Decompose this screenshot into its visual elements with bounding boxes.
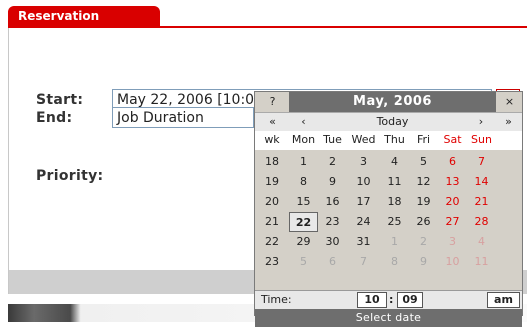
- calendar-day[interactable]: 15: [289, 192, 318, 212]
- header-sun: Sun: [471, 133, 492, 146]
- calendar-day[interactable]: 12: [409, 172, 438, 192]
- calendar-day[interactable]: 29: [289, 232, 318, 252]
- calendar-day[interactable]: 16: [318, 192, 347, 212]
- calendar-day[interactable]: 8: [380, 252, 409, 272]
- calendar-day[interactable]: 1: [380, 232, 409, 252]
- calendar-day[interactable]: 22: [289, 212, 318, 232]
- tab-label: Reservation: [18, 9, 100, 23]
- header-mon: Mon: [291, 133, 316, 146]
- header-fri: Fri: [416, 133, 431, 146]
- calendar-day[interactable]: 10: [438, 252, 467, 272]
- calendar-day[interactable]: 8: [289, 172, 318, 192]
- calendar-nav-row: « ‹ Today › »: [255, 112, 522, 132]
- minute-field[interactable]: 09: [397, 292, 423, 308]
- next-month-button[interactable]: ›: [467, 113, 495, 130]
- weekday-header-row: wk Mon Tue Wed Thu Fri Sat Sun: [255, 131, 522, 151]
- week-number: 21: [265, 215, 279, 228]
- end-label: End:: [36, 110, 73, 126]
- calendar-day[interactable]: 30: [318, 232, 347, 252]
- header-wk: wk: [264, 133, 280, 146]
- time-row: Time: 10 : 09 am: [255, 290, 522, 309]
- month-title: May, 2006: [289, 92, 496, 112]
- calendar-day[interactable]: 20: [438, 192, 467, 212]
- calendar-day[interactable]: 10: [347, 172, 380, 192]
- calendar-title-row: ? May, 2006 ×: [255, 92, 522, 112]
- calendar-day[interactable]: 2: [318, 152, 347, 172]
- calendar-day[interactable]: 25: [380, 212, 409, 232]
- prev-year-button[interactable]: «: [257, 113, 288, 130]
- calendar-day[interactable]: 28: [467, 212, 496, 232]
- hour-field[interactable]: 10: [357, 292, 387, 308]
- today-button[interactable]: Today: [318, 113, 467, 130]
- next-year-button[interactable]: »: [495, 113, 522, 130]
- prev-month-button[interactable]: ‹: [289, 113, 318, 130]
- calendar-day[interactable]: 11: [467, 252, 496, 272]
- calendar-day[interactable]: 27: [438, 212, 467, 232]
- calendar-day[interactable]: 6: [318, 252, 347, 272]
- header-sat: Sat: [443, 133, 462, 146]
- calendar-day[interactable]: 3: [347, 152, 380, 172]
- calendar-day[interactable]: 1: [289, 152, 318, 172]
- select-date-status: Select date: [255, 309, 522, 327]
- calendar-day[interactable]: 17: [347, 192, 380, 212]
- calendar-day[interactable]: 3: [438, 232, 467, 252]
- calendar-day[interactable]: 4: [467, 232, 496, 252]
- end-field[interactable]: Job Duration: [112, 107, 254, 128]
- calendar-day[interactable]: 5: [409, 152, 438, 172]
- week-number: 23: [265, 255, 279, 268]
- week-number-column: 18 19 20 21 22 23: [255, 150, 290, 290]
- calendar-day[interactable]: 9: [318, 172, 347, 192]
- calendar-popup: ? May, 2006 × « ‹ Today › » wk Mon Tue W…: [254, 91, 523, 327]
- calendar-day[interactable]: 5: [289, 252, 318, 272]
- calendar-day[interactable]: 2: [409, 232, 438, 252]
- header-wed: Wed: [351, 133, 376, 146]
- priority-label: Priority:: [36, 168, 104, 184]
- calendar-day[interactable]: 11: [380, 172, 409, 192]
- tab-reservation[interactable]: Reservation: [8, 6, 160, 27]
- calendar-day[interactable]: 7: [347, 252, 380, 272]
- week-number: 22: [265, 235, 279, 248]
- start-label: Start:: [36, 92, 84, 108]
- calendar-day[interactable]: 4: [380, 152, 409, 172]
- header-thu: Thu: [384, 133, 405, 146]
- close-button[interactable]: ×: [497, 94, 522, 110]
- calendar-day[interactable]: 19: [409, 192, 438, 212]
- days-grid: 1 2 3 4 5 6 7 8 9 10 11 12 13 14 15 16 17 18 19 20 21 22 23 24 2…: [289, 150, 522, 290]
- calendar-day[interactable]: 24: [347, 212, 380, 232]
- calendar-day[interactable]: 23: [318, 212, 347, 232]
- calendar-day[interactable]: 13: [438, 172, 467, 192]
- week-number: 19: [265, 175, 279, 188]
- header-tue: Tue: [323, 133, 342, 146]
- calendar-day[interactable]: 21: [467, 192, 496, 212]
- calendar-day[interactable]: 9: [409, 252, 438, 272]
- ampm-toggle[interactable]: am: [487, 292, 520, 308]
- time-colon: :: [389, 293, 394, 306]
- calendar-day[interactable]: 18: [380, 192, 409, 212]
- help-button[interactable]: ?: [257, 94, 288, 110]
- calendar-day[interactable]: 6: [438, 152, 467, 172]
- time-label: Time:: [261, 293, 292, 306]
- calendar-day[interactable]: 26: [409, 212, 438, 232]
- tab-strip: Reservation: [0, 0, 527, 28]
- calendar-day[interactable]: 7: [467, 152, 496, 172]
- week-number: 18: [265, 155, 279, 168]
- calendar-day[interactable]: 14: [467, 172, 496, 192]
- week-number: 20: [265, 195, 279, 208]
- calendar-day[interactable]: 31: [347, 232, 380, 252]
